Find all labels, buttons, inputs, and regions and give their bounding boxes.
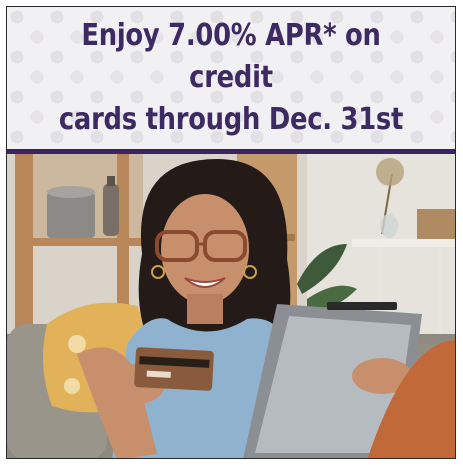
promo-photo (7, 154, 455, 458)
headline-line-2: cards through Dec. 31st (58, 102, 404, 137)
promo-banner: Enjoy 7.00% APR* on credit cards through… (7, 7, 455, 149)
headline-line-1: Enjoy 7.00% APR* on credit (81, 18, 381, 95)
promo-ad[interactable]: Enjoy 7.00% APR* on credit cards through… (6, 6, 456, 459)
credit-card (134, 347, 214, 391)
promo-headline: Enjoy 7.00% APR* on credit cards through… (38, 15, 423, 141)
